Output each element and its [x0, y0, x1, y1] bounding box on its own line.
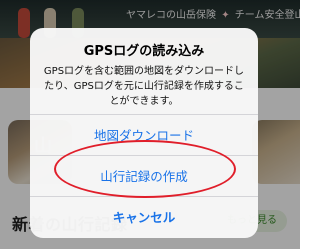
dialog-title: GPSログの読み込み [83, 44, 205, 59]
gps-log-import-dialog: GPSログの読み込み GPSログを含む範囲の地図をダウンロードしたり、GPSログ… [30, 28, 258, 238]
highlight-ellipse [54, 140, 236, 198]
cancel-button[interactable]: キャンセル [30, 196, 258, 237]
dialog-message: GPSログを含む範囲の地図をダウンロードしたり、GPSログを元に山行記録を作成す… [43, 66, 245, 107]
